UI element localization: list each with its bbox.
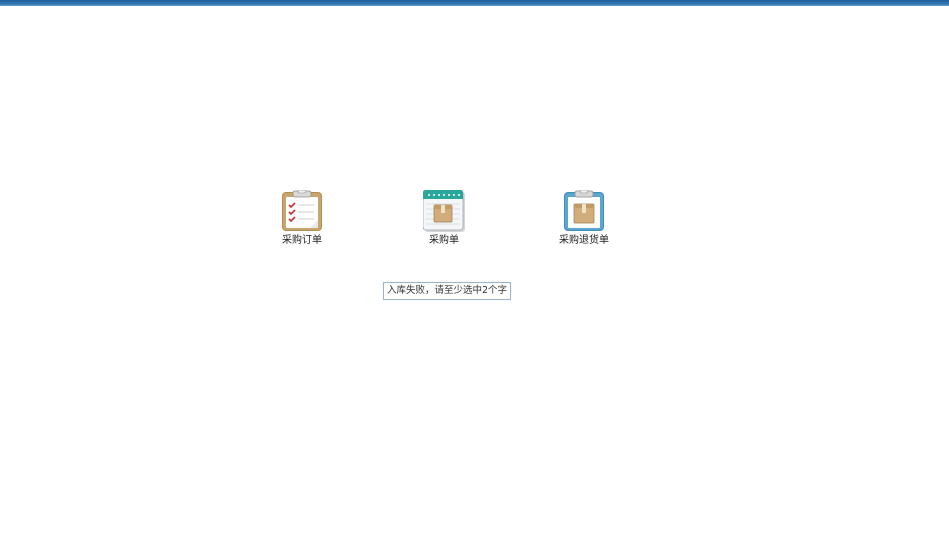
shortcut-purchase-order[interactable]: 采购订单 bbox=[257, 190, 347, 247]
error-tooltip: 入库失败，请至少选中2个字 bbox=[383, 282, 512, 300]
shortcut-label: 采购订单 bbox=[282, 235, 322, 246]
notebook-box-icon bbox=[423, 190, 465, 232]
shortcut-label: 采购单 bbox=[429, 235, 459, 246]
shortcut-label: 采购退货单 bbox=[559, 235, 609, 246]
clipboard-box-icon bbox=[564, 190, 604, 231]
shortcut-purchase-slip[interactable]: 采购单 bbox=[399, 190, 489, 247]
top-accent-bar bbox=[0, 0, 949, 6]
clipboard-checklist-icon bbox=[282, 190, 322, 231]
shortcut-purchase-return[interactable]: 采购退货单 bbox=[539, 190, 629, 247]
